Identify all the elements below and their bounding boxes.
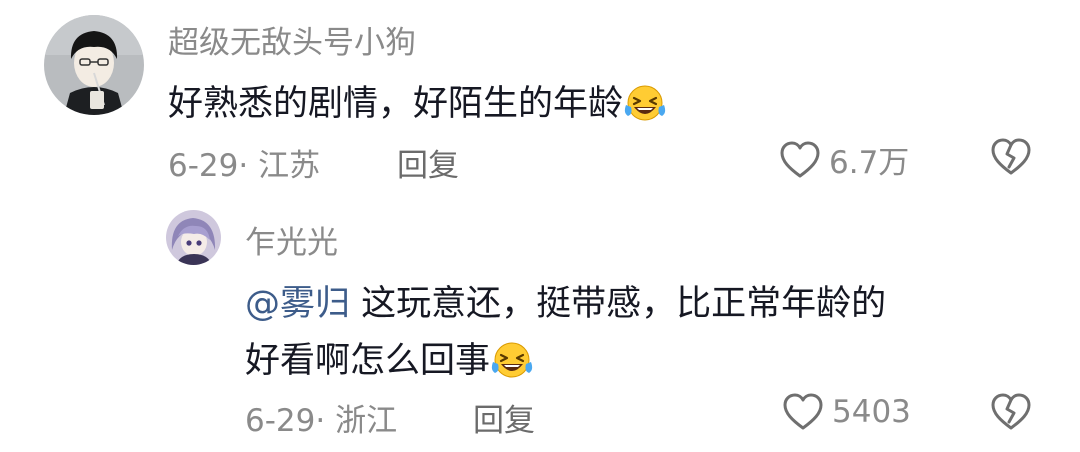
like-button[interactable]: 6.7万 [779,137,909,182]
reply-button[interactable]: 回复 [397,140,459,185]
heart-outline-icon [783,393,823,430]
comment-item: 超级无敌头号小狗 好熟悉的剧情，好陌生的年龄 6-29· 江苏 回复 6.7万 [0,0,1080,200]
comment-location: 江苏 [258,148,321,184]
comment-text-line-2: 好看啊怎么回事 [245,332,534,389]
like-count: 5403 [832,394,911,430]
broken-heart-outline-icon [991,393,1031,430]
grinning-squinting-tears-emoji-icon [490,340,534,389]
mention-link[interactable]: @雾归 [245,284,350,324]
comment-text-line-1: @雾归 这玩意还，挺带感，比正常年龄的 [245,275,886,326]
comment-username[interactable]: 超级无敌头号小狗 [168,17,416,62]
comment-text-content: 好看啊怎么回事 [245,341,491,381]
comment-meta: 6-29· 江苏 [168,148,321,184]
comment-date: 6-29 [168,148,239,184]
like-count: 6.7万 [829,145,910,181]
avatar[interactable] [44,15,144,115]
dislike-button[interactable] [990,137,1032,177]
avatar-image [166,210,221,265]
grinning-squinting-tears-emoji-icon [623,83,667,132]
comment-username[interactable]: 乍光光 [245,217,338,262]
dislike-button[interactable] [990,392,1032,432]
comment-date: 6-29 [245,403,316,439]
avatar-image [44,15,144,115]
comment-text: 好熟悉的剧情，好陌生的年龄 [168,75,667,132]
reply-comment-item: 乍光光 @雾归 这玩意还，挺带感，比正常年龄的 好看啊怎么回事 6-29· 浙江… [0,200,1080,452]
broken-heart-outline-icon [991,138,1031,175]
comment-text-content: 好熟悉的剧情，好陌生的年龄 [168,84,624,124]
avatar[interactable] [166,210,221,265]
heart-outline-icon [780,141,820,177]
comment-text-content: 这玩意还，挺带感，比正常年龄的 [350,284,887,324]
reply-button[interactable]: 回复 [473,395,535,440]
like-button[interactable]: 5403 [782,392,911,432]
comment-location: 浙江 [335,403,398,439]
comment-meta: 6-29· 浙江 [245,403,398,439]
